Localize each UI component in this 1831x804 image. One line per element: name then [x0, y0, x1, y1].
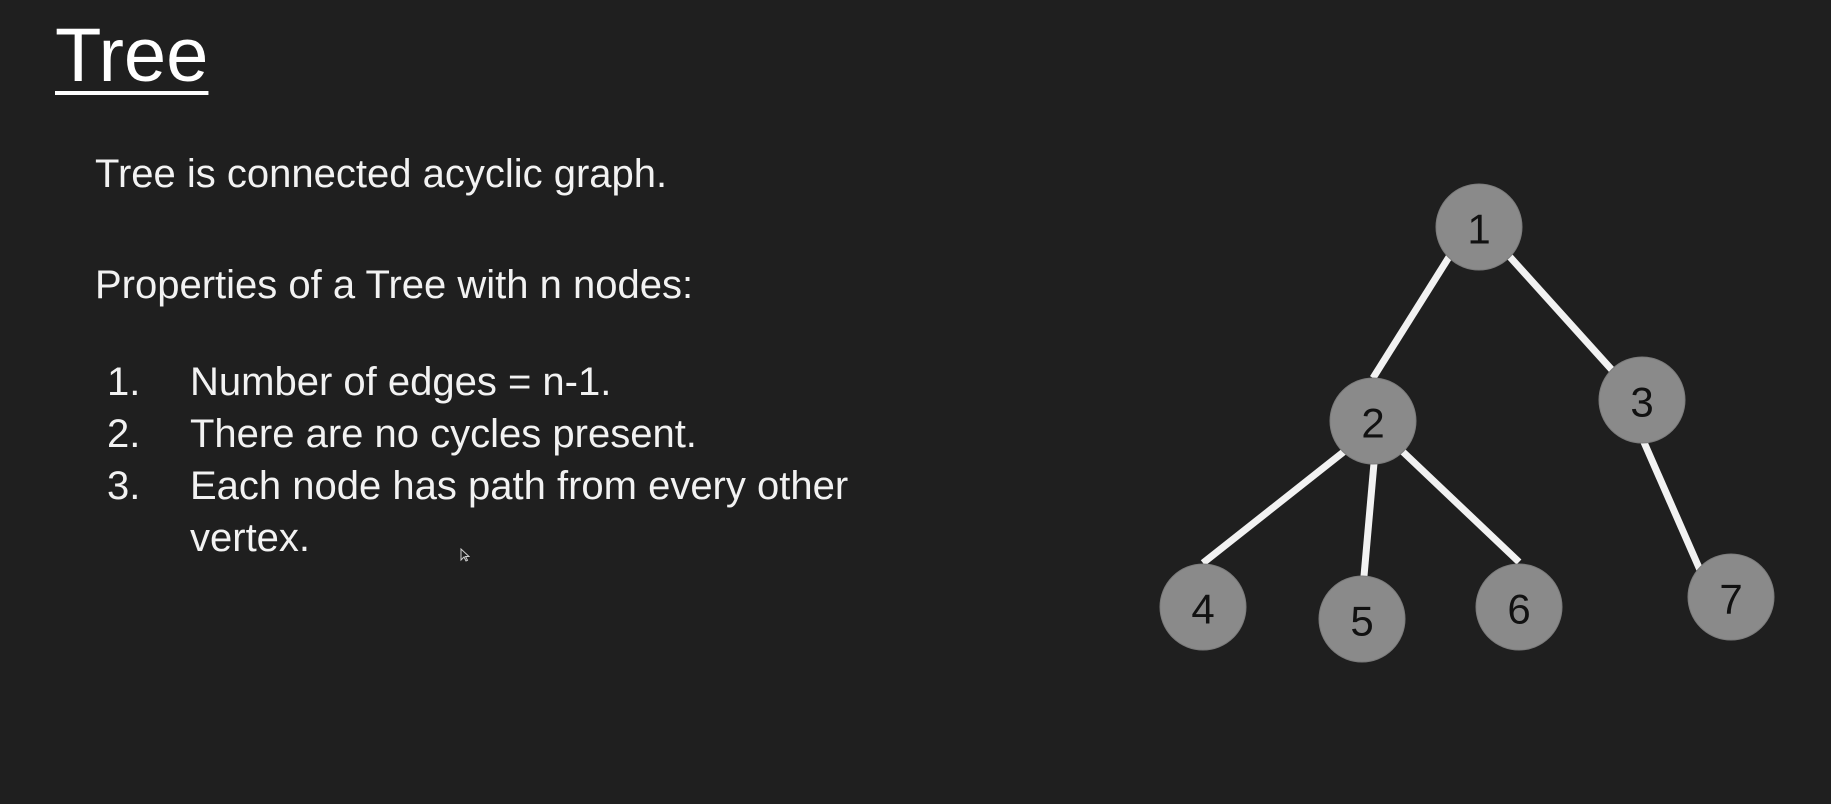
node-label: 1 — [1467, 206, 1490, 253]
tree-edge — [1200, 447, 1349, 566]
tree-edge — [1639, 438, 1704, 572]
node-label: 6 — [1507, 586, 1530, 633]
node-label: 5 — [1350, 598, 1373, 645]
tree-edge — [1370, 255, 1452, 380]
tree-edge — [1507, 254, 1615, 373]
tree-node: 1 — [1435, 183, 1523, 271]
tree-node: 3 — [1598, 356, 1686, 444]
node-label: 3 — [1630, 379, 1653, 426]
tree-nodes: 1 2 3 4 5 6 7 — [1159, 183, 1775, 663]
tree-node: 7 — [1687, 553, 1775, 641]
node-label: 4 — [1191, 586, 1214, 633]
tree-node: 5 — [1318, 575, 1406, 663]
slide: Tree Tree is connected acyclic graph. Pr… — [0, 0, 1831, 804]
tree-node: 6 — [1475, 563, 1563, 651]
tree-diagram: 1 2 3 4 5 6 7 — [1159, 183, 1775, 663]
node-label: 7 — [1719, 576, 1742, 623]
tree-edge — [1398, 447, 1522, 565]
node-label: 2 — [1361, 400, 1384, 447]
tree-node: 2 — [1329, 377, 1417, 465]
tree-node: 4 — [1159, 563, 1247, 651]
tree-edge — [1360, 462, 1378, 577]
